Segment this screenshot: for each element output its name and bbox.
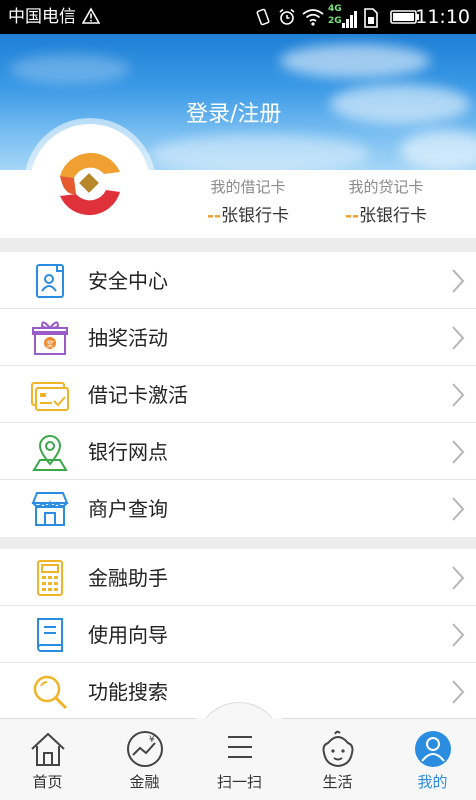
tab-scan[interactable]: 扫一扫 [192,719,287,800]
chevron-right-icon [452,383,465,407]
menu-item-label: 银行网点 [88,440,168,464]
chevron-right-icon [452,326,465,350]
section-divider [0,238,476,252]
menu-item-label: 借记卡激活 [88,383,188,407]
section-divider [0,537,476,549]
chevron-right-icon [452,440,465,464]
menu-item-debit-card-activation[interactable]: 借记卡激活 [0,366,476,423]
chevron-right-icon [452,680,465,704]
debit-card-summary[interactable]: 我的借记卡 --张银行卡 [188,176,308,228]
debit-card-title: 我的借记卡 [210,178,286,196]
calculator-icon [37,560,63,596]
menu-item-finance-assistant[interactable]: 金融助手 [0,549,476,606]
clock: 11:10 [415,6,470,28]
login-register-link[interactable]: 登录/注册 [186,100,281,130]
menu-item-label: 使用向导 [88,623,168,647]
tab-label: 我的 [417,773,448,791]
shop-icon [31,492,69,526]
menu-item-label: 抽奖活动 [88,326,168,350]
menu-group-2: 金融助手 使用向导 功能搜索 [0,549,476,720]
credit-card-title: 我的贷记卡 [348,178,424,196]
network-2g-label: 2G [328,16,342,26]
alarm-icon [279,8,295,25]
gift-glyph: 奖 [46,339,54,349]
guide-book-icon [37,618,63,652]
tab-finance[interactable]: ¥ 金融 [97,719,192,800]
credit-card-count: --张银行卡 [344,206,428,226]
signal-icon: 4G 2G [328,4,358,30]
home-icon [31,732,65,766]
menu-group-1: 安全中心 奖 抽奖活动 借记卡激活 银行网点 商户查询 [0,252,476,537]
tab-label: 扫一扫 [216,773,262,791]
tab-home[interactable]: 首页 [0,719,95,800]
sim-icon [364,8,378,28]
menu-item-label: 安全中心 [88,269,168,293]
debit-card-count: --张银行卡 [206,206,290,226]
bottom-tab-bar: 首页 ¥ 金融 扫一扫 生活 我的 [0,718,476,800]
warning-icon [82,7,100,24]
tab-life[interactable]: 生活 [290,719,385,800]
tab-label: 生活 [322,773,353,791]
baby-face-icon [322,730,354,768]
network-4g-label: 4G [328,4,342,14]
avatar[interactable] [30,124,150,244]
menu-item-label: 商户查询 [88,497,168,521]
chevron-right-icon [452,269,465,293]
menu-item-security-center[interactable]: 安全中心 [0,252,476,309]
location-pin-icon [32,435,68,471]
menu-item-bank-branches[interactable]: 银行网点 [0,423,476,480]
scan-icon [228,736,252,758]
chevron-right-icon [452,623,465,647]
chevron-right-icon [452,497,465,521]
menu-item-label: 金融助手 [88,566,168,590]
status-bar: 中国电信 4G 2G 11:10 [0,0,476,34]
tab-mine[interactable]: 我的 [385,719,476,800]
menu-item-merchant-search[interactable]: 商户查询 [0,480,476,537]
bank-logo-icon [60,152,120,216]
finance-chart-icon: ¥ [127,731,163,767]
menu-item-user-guide[interactable]: 使用向导 [0,606,476,663]
user-icon [415,731,451,767]
wifi-icon [302,9,324,26]
card-activate-icon [31,382,69,411]
gift-icon: 奖 [32,321,68,355]
tab-label: 首页 [32,773,63,791]
search-icon [33,675,68,710]
vibrate-icon [256,8,270,26]
security-id-icon [36,264,64,298]
tab-label: 金融 [129,773,160,791]
menu-item-lottery[interactable]: 奖 抽奖活动 [0,309,476,366]
carrier-name: 中国电信 [8,7,76,27]
menu-item-label: 功能搜索 [88,680,168,704]
chevron-right-icon [452,566,465,590]
credit-card-summary[interactable]: 我的贷记卡 --张银行卡 [326,176,446,228]
finance-glyph: ¥ [149,735,155,745]
